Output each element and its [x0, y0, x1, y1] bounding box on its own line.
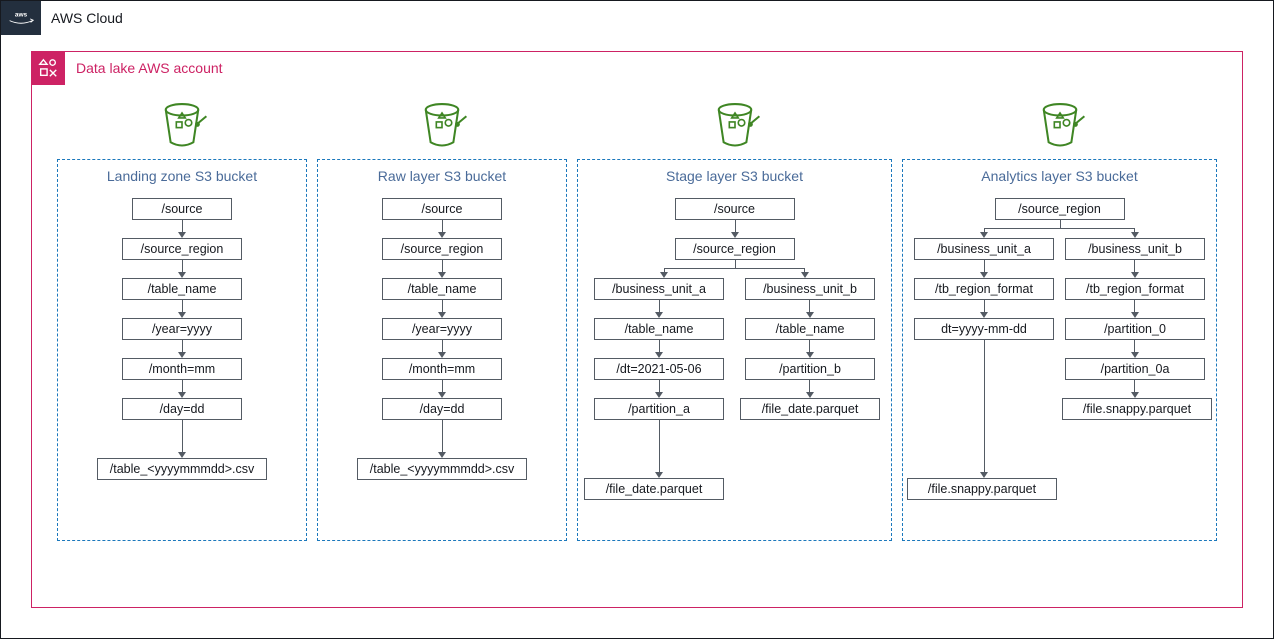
bucket-raw-box: Raw layer S3 bucket /source /source_regi… [317, 159, 567, 541]
path-box: /month=mm [382, 358, 502, 380]
path-box: /day=dd [382, 398, 502, 420]
path-box: /table_name [594, 318, 724, 340]
path-box: /business_unit_a [594, 278, 724, 300]
aws-cloud-title: AWS Cloud [51, 10, 123, 26]
path-box: /dt=2021-05-06 [594, 358, 724, 380]
path-box: /partition_a [594, 398, 724, 420]
path-box: /file.snappy.parquet [907, 478, 1057, 500]
path-box: /source [132, 198, 232, 220]
bucket-raw-body: /source /source_region /table_name /year… [324, 198, 560, 528]
bucket-landing-title: Landing zone S3 bucket [64, 168, 300, 184]
bucket-analytics: Analytics layer S3 bucket /source_region… [902, 97, 1217, 587]
account-title: Data lake AWS account [76, 60, 223, 76]
path-box: /partition_0 [1065, 318, 1205, 340]
bucket-raw-title: Raw layer S3 bucket [324, 168, 560, 184]
path-box: /year=yyyy [122, 318, 242, 340]
path-box: /source_region [382, 238, 502, 260]
path-box: /tb_region_format [1065, 278, 1205, 300]
bucket-analytics-body: /source_region /business_unit_a /tb_regi… [909, 198, 1210, 528]
path-box: /partition_0a [1065, 358, 1205, 380]
bucket-raw: Raw layer S3 bucket /source /source_regi… [317, 97, 567, 587]
path-box: /tb_region_format [914, 278, 1054, 300]
s3-bucket-icon [577, 97, 892, 155]
path-box: /business_unit_a [914, 238, 1054, 260]
path-box: /source_region [675, 238, 795, 260]
path-box: /business_unit_b [745, 278, 875, 300]
path-box: /source [675, 198, 795, 220]
svg-text:aws: aws [15, 11, 28, 18]
bucket-stage-box: Stage layer S3 bucket /source /source_re… [577, 159, 892, 541]
bucket-stage-body: /source /source_region /business_unit_a … [584, 198, 885, 528]
bucket-landing-body: /source /source_region /table_name /year… [64, 198, 300, 528]
aws-logo-icon: aws [1, 1, 41, 35]
path-box: /source_region [995, 198, 1125, 220]
path-box: /business_unit_b [1065, 238, 1205, 260]
bucket-landing-box: Landing zone S3 bucket /source /source_r… [57, 159, 307, 541]
aws-cloud-header: aws AWS Cloud [1, 1, 123, 35]
path-box: /table_name [745, 318, 875, 340]
buckets-row: Landing zone S3 bucket /source /source_r… [57, 97, 1217, 587]
account-badge-icon [31, 51, 65, 85]
bucket-analytics-title: Analytics layer S3 bucket [909, 168, 1210, 184]
path-box: /month=mm [122, 358, 242, 380]
s3-bucket-icon [317, 97, 567, 155]
diagram-canvas: aws AWS Cloud Data lake AWS account [0, 0, 1274, 639]
path-box: /partition_b [745, 358, 875, 380]
account-box: Data lake AWS account Landing [31, 51, 1243, 608]
path-box: /source_region [122, 238, 242, 260]
bucket-analytics-box: Analytics layer S3 bucket /source_region… [902, 159, 1217, 541]
path-box: /day=dd [122, 398, 242, 420]
path-box: /table_name [382, 278, 502, 300]
path-box: /year=yyyy [382, 318, 502, 340]
path-box: /table_<yyyymmmdd>.csv [97, 458, 267, 480]
path-box: /table_name [122, 278, 242, 300]
path-box: /table_<yyyymmmdd>.csv [357, 458, 527, 480]
path-box: dt=yyyy-mm-dd [914, 318, 1054, 340]
s3-bucket-icon [57, 97, 307, 155]
bucket-stage: Stage layer S3 bucket /source /source_re… [577, 97, 892, 587]
s3-bucket-icon [902, 97, 1217, 155]
path-box: /file_date.parquet [584, 478, 724, 500]
path-box: /source [382, 198, 502, 220]
path-box: /file_date.parquet [740, 398, 880, 420]
bucket-landing: Landing zone S3 bucket /source /source_r… [57, 97, 307, 587]
path-box: /file.snappy.parquet [1062, 398, 1212, 420]
bucket-stage-title: Stage layer S3 bucket [584, 168, 885, 184]
